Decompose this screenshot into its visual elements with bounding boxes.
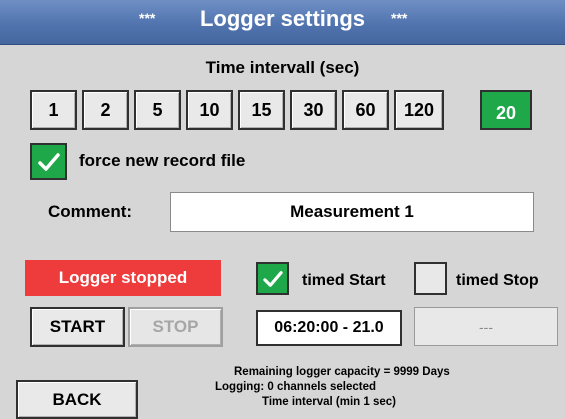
capacity-unit: Days — [422, 366, 450, 378]
interval-button-60[interactable]: 60 — [342, 90, 389, 130]
back-button[interactable]: BACK — [16, 380, 138, 419]
comment-input[interactable]: Measurement 1 — [170, 192, 534, 232]
interval-note-text: Time interval (min 1 sec) — [262, 396, 397, 408]
interval-button-15[interactable]: 15 — [238, 90, 285, 130]
checkmark-icon — [262, 270, 283, 287]
title-bar: *** Logger settings *** — [0, 0, 565, 45]
title-stars-right: *** — [391, 10, 408, 26]
timed-stop-checkbox[interactable] — [414, 262, 447, 295]
logger-status-badge: Logger stopped — [25, 260, 221, 296]
interval-button-1[interactable]: 1 — [30, 90, 77, 130]
channels-text: Logging: 0 channels selected — [215, 381, 377, 393]
checkmark-icon — [37, 152, 60, 171]
timed-start-label: timed Start — [302, 272, 386, 289]
capacity-equals: = — [383, 366, 391, 378]
interval-custom-field[interactable]: 20 — [480, 90, 532, 130]
force-new-label: force new record file — [79, 151, 246, 170]
timed-stop-label: timed Stop — [456, 272, 539, 289]
capacity-text: Remaining logger capacity = 9999 Days — [234, 366, 450, 378]
start-button[interactable]: START — [30, 307, 125, 347]
interval-button-120[interactable]: 120 — [394, 90, 444, 130]
timed-stop-field[interactable]: --- — [414, 307, 558, 346]
comment-label: Comment: — [48, 202, 133, 221]
force-new-checkbox[interactable] — [30, 143, 67, 180]
timed-start-field[interactable]: 06:20:00 - 21.0 — [256, 310, 402, 346]
interval-button-10[interactable]: 10 — [186, 90, 233, 130]
window-title: Logger settings — [199, 6, 365, 31]
interval-button-2[interactable]: 2 — [82, 90, 129, 130]
timed-start-checkbox[interactable] — [256, 262, 289, 295]
capacity-label: Remaining logger capacity — [234, 366, 381, 378]
interval-label: Time intervall (sec) — [205, 58, 360, 77]
stop-button[interactable]: STOP — [128, 307, 223, 347]
capacity-value: 9999 — [393, 366, 420, 378]
interval-button-30[interactable]: 30 — [290, 90, 337, 130]
interval-button-5[interactable]: 5 — [134, 90, 181, 130]
